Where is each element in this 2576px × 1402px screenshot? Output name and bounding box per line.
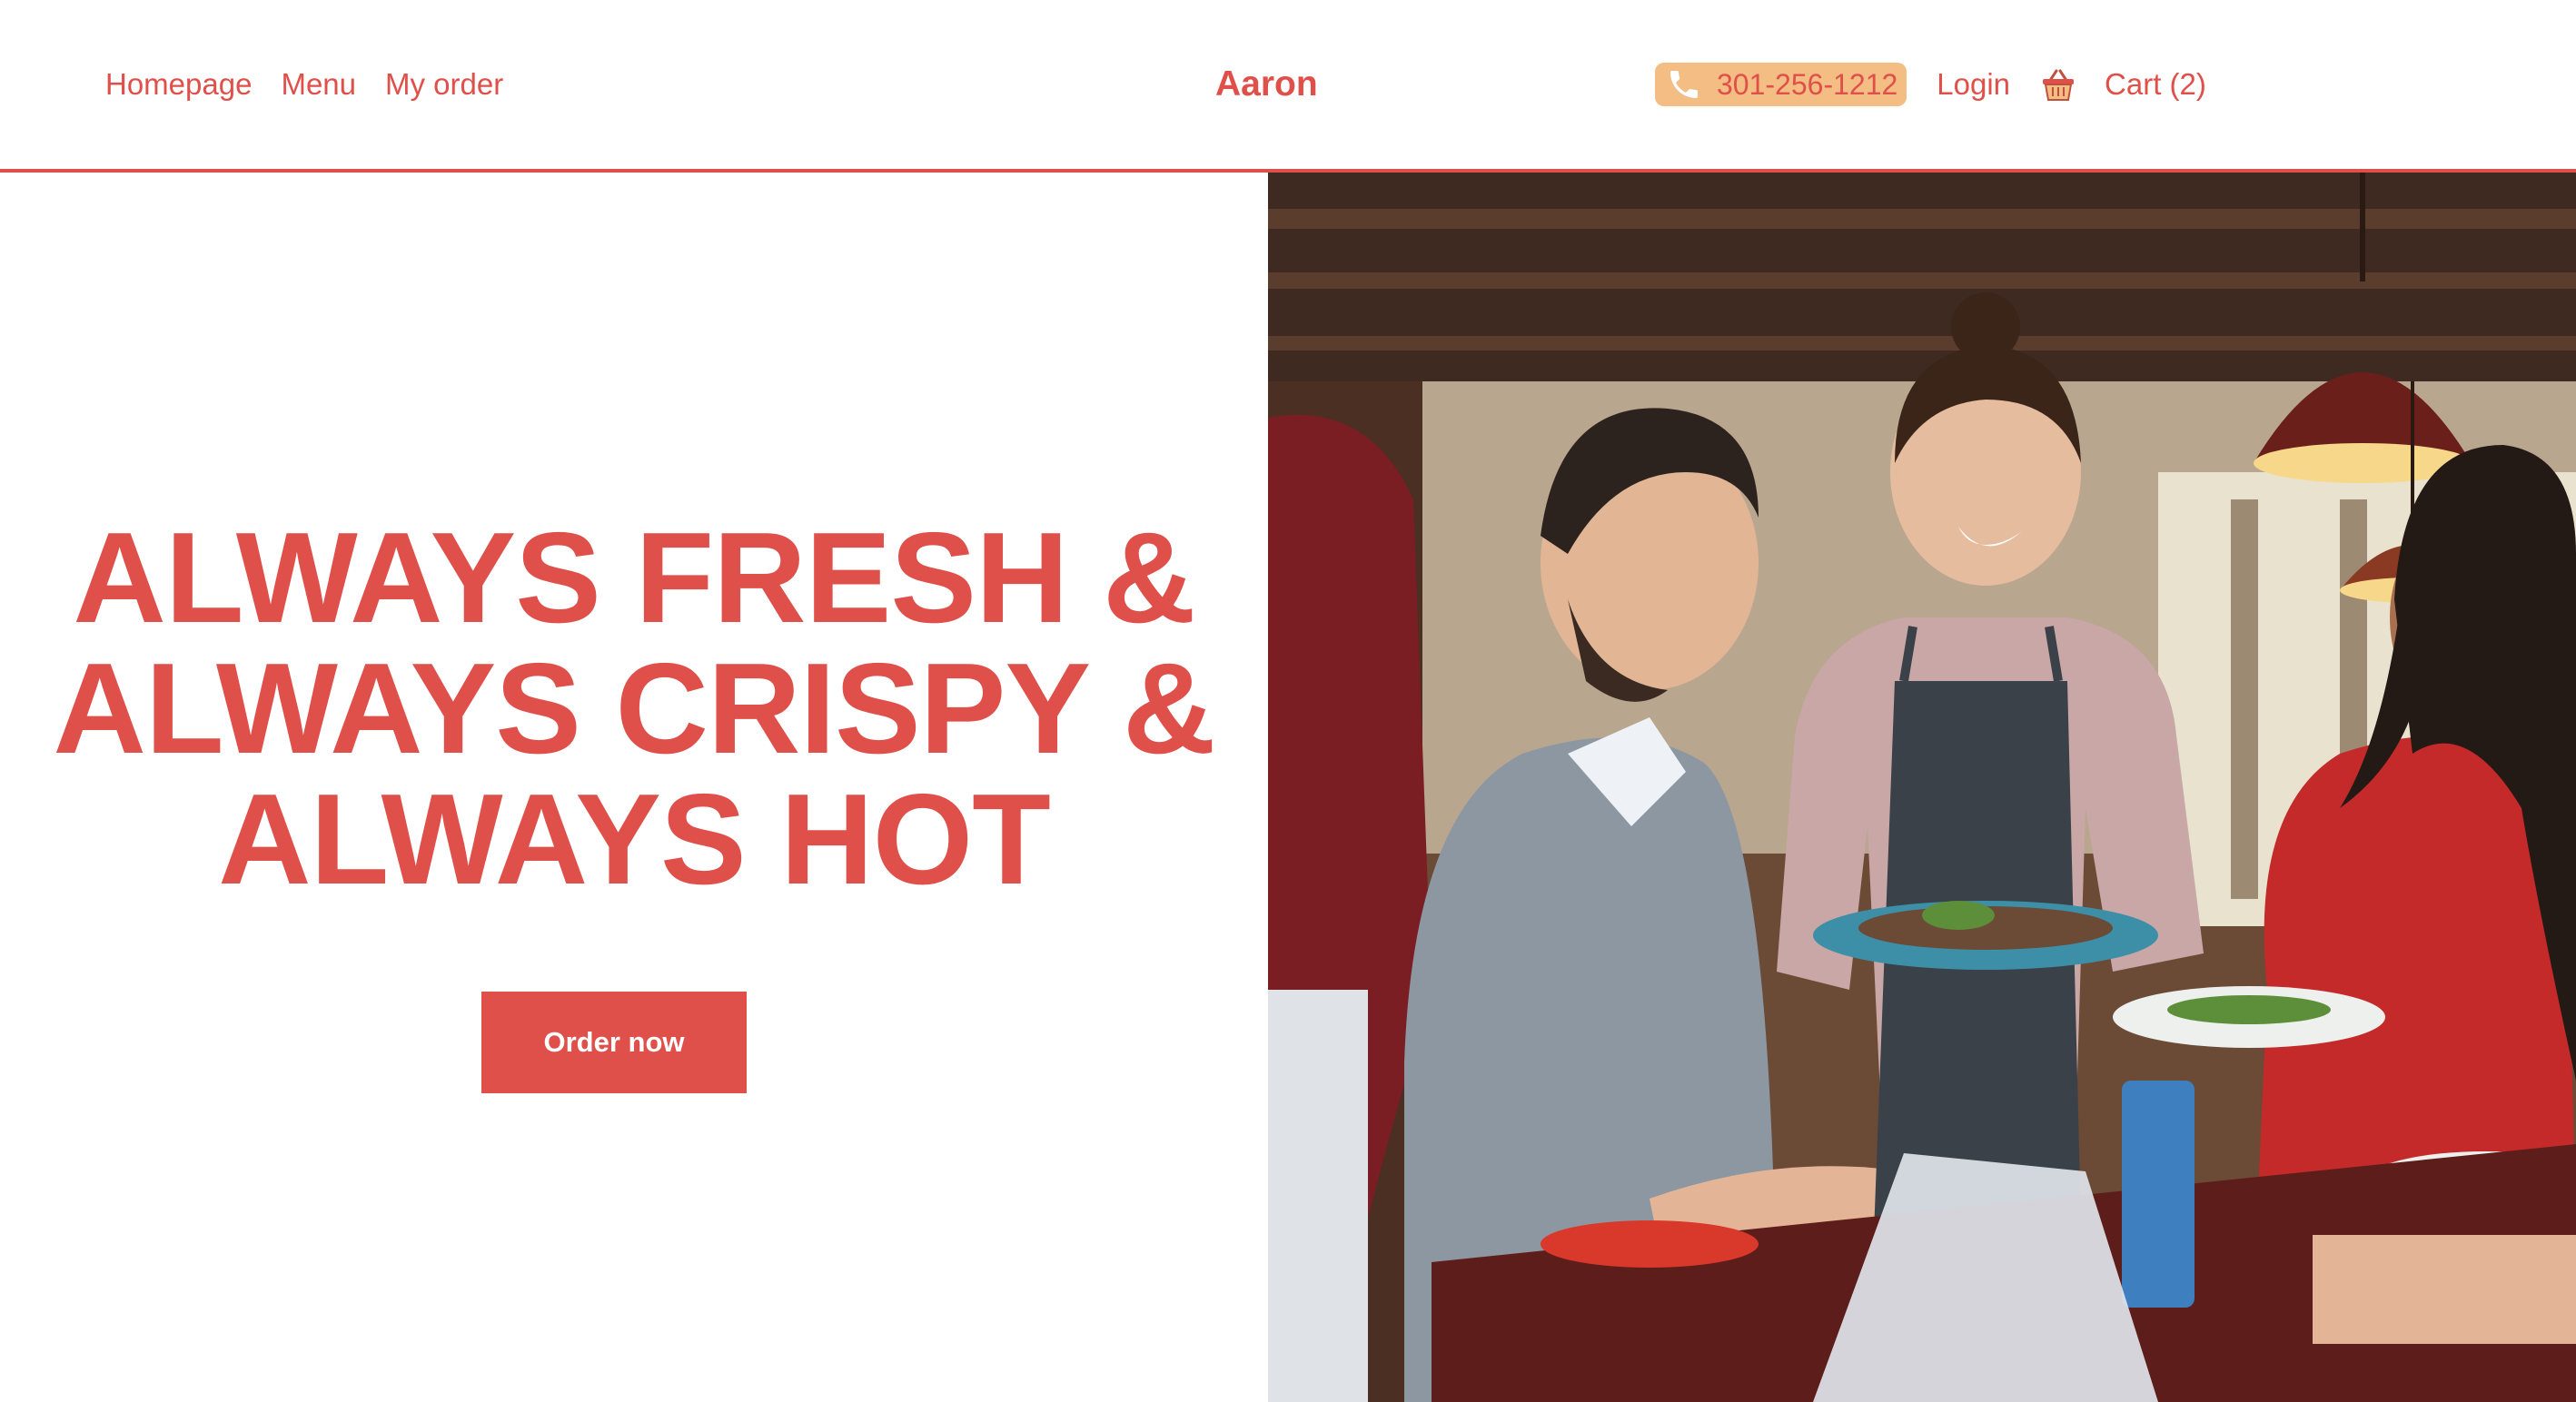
primary-nav: Homepage Menu My order	[105, 0, 503, 169]
phone-number: 301-256-1212	[1717, 67, 1898, 101]
restaurant-photo-illustration	[1268, 173, 2576, 1402]
nav-menu-link[interactable]: Menu	[281, 67, 356, 102]
nav-homepage-link[interactable]: Homepage	[105, 67, 252, 102]
hero-title-line: ALWAYS HOT	[218, 767, 1051, 912]
login-link[interactable]: Login	[1937, 67, 2010, 102]
landing-page: Homepage Menu My order Aaron 301-256-121…	[0, 0, 2576, 1402]
hero-title-line: ALWAYS CRISPY &	[53, 637, 1215, 781]
hero-photo	[1268, 173, 2576, 1402]
order-now-button[interactable]: Order now	[481, 992, 747, 1093]
header-actions: 301-256-1212 Login Cart (2)	[1655, 0, 2206, 169]
site-header: Homepage Menu My order Aaron 301-256-121…	[0, 0, 2576, 173]
basket-icon[interactable]	[2039, 65, 2077, 104]
hero-text-panel: ALWAYS FRESH & ALWAYS CRISPY & ALWAYS HO…	[0, 173, 1268, 1402]
hero-title-line: ALWAYS FRESH &	[73, 506, 1195, 650]
hero-title: ALWAYS FRESH & ALWAYS CRISPY & ALWAYS HO…	[0, 513, 1268, 905]
cart-link[interactable]: Cart (2)	[2105, 67, 2206, 102]
nav-my-order-link[interactable]: My order	[385, 67, 503, 102]
brand-logo[interactable]: Aaron	[1215, 0, 1318, 169]
phone-icon	[1664, 66, 1704, 103]
phone-badge[interactable]: 301-256-1212	[1655, 63, 1907, 106]
